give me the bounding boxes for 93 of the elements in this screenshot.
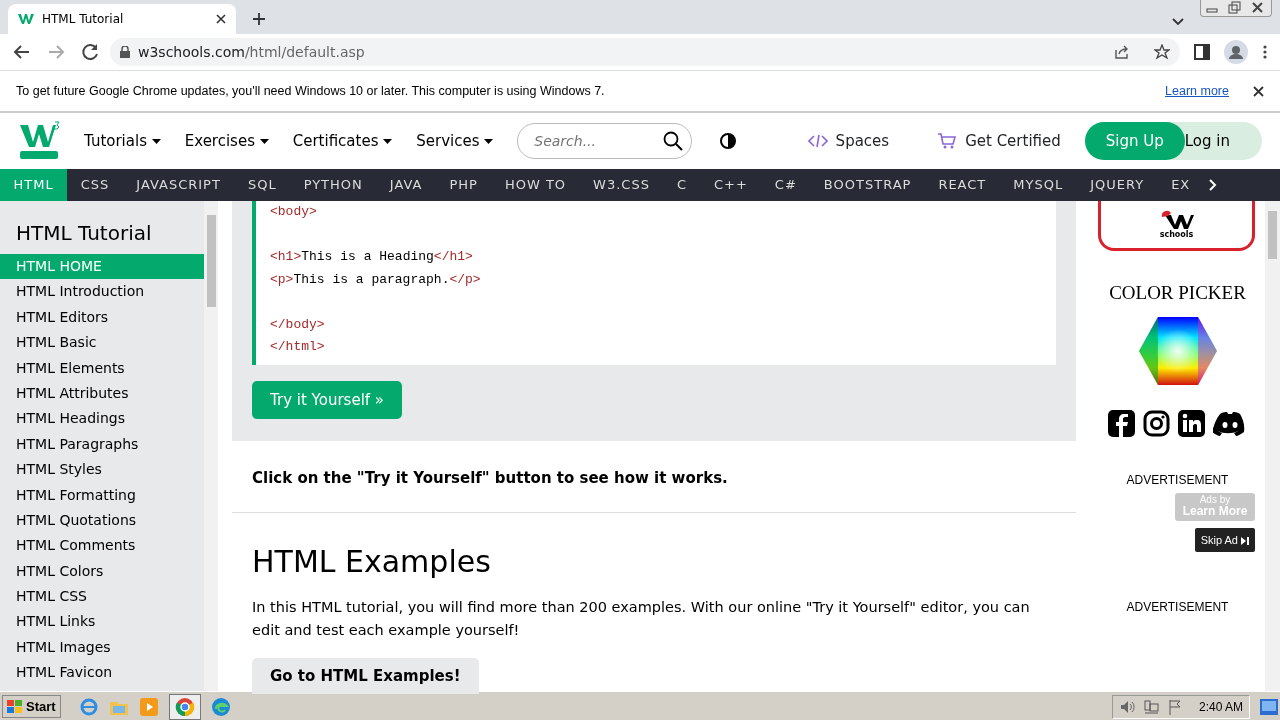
topnav-tab[interactable]: MYSQL: [999, 169, 1077, 201]
facebook-icon[interactable]: [1108, 409, 1135, 437]
profile-icon[interactable]: [1224, 40, 1248, 64]
start-button[interactable]: Start: [2, 694, 61, 719]
scrollbar-thumb[interactable]: [207, 215, 216, 307]
topnav-tab[interactable]: JAVA: [376, 169, 436, 201]
log-in-button[interactable]: Log in: [1184, 122, 1262, 160]
caret-icon: [484, 138, 494, 144]
skip-ad-button[interactable]: Skip Ad: [1194, 527, 1255, 552]
discord-icon[interactable]: [1213, 409, 1247, 437]
topnav-tab[interactable]: JQUERY: [1076, 169, 1158, 201]
logo-icon[interactable]: [18, 121, 60, 161]
topnav-tab[interactable]: EX: [1157, 169, 1204, 201]
logo-banner[interactable]: schools: [1098, 201, 1255, 251]
code-line: <body>: [270, 203, 318, 221]
chevron-down-icon[interactable]: [1172, 18, 1184, 26]
sidebar-item[interactable]: HTML Attributes: [0, 380, 204, 407]
ad-label: ADVERTISEMENT: [1125, 471, 1230, 489]
cart-icon: [937, 132, 958, 150]
show-desktop-icon[interactable]: [1260, 698, 1278, 715]
learn-more-link[interactable]: Learn more: [1165, 81, 1229, 101]
topnav-tab[interactable]: C++: [700, 169, 762, 201]
sidebar-item[interactable]: HTML Elements: [0, 355, 204, 381]
info-message: To get future Google Chrome updates, you'll need Windows 10 or later. This computer is using Windows 7.: [16, 82, 605, 100]
sidebar-item[interactable]: HTML Paragraphs: [0, 431, 204, 458]
sidebar-item[interactable]: HTML Styles: [0, 457, 204, 483]
search-icon[interactable]: [663, 131, 684, 151]
sidebar-item[interactable]: HTML Quotations: [0, 507, 204, 534]
sidebar-item[interactable]: HTML Editors: [0, 304, 204, 331]
intro-paragraph: In this HTML tutorial, you will find more than 200 examples. With our online "Try it Yourself" editor, you can edit and test each example yourself!: [251, 597, 1031, 640]
caret-icon: [259, 138, 269, 144]
network-icon[interactable]: [1142, 698, 1159, 715]
sidebar-item[interactable]: HTML Comments: [0, 533, 204, 559]
topnav-tab[interactable]: W3.CSS: [579, 169, 664, 201]
sidebar-item[interactable]: HTML Images: [0, 634, 204, 661]
address-bar[interactable]: w3schools.com/html/default.asp: [110, 38, 1180, 66]
topnav-tab[interactable]: HOW TO: [491, 169, 580, 201]
topnav-tab[interactable]: CSS: [67, 169, 123, 201]
menu-dropdown[interactable]: Exercises: [184, 129, 269, 153]
favicon-icon: [18, 13, 34, 25]
sidebar-item[interactable]: HTML Favicon: [0, 660, 204, 686]
sidebar-item[interactable]: HTML Formatting: [0, 482, 204, 508]
windows-logo-icon: [7, 699, 23, 714]
sidebar-item[interactable]: HTML Links: [0, 609, 204, 635]
menu-icon[interactable]: [1262, 44, 1268, 60]
ad-label: ADVERTISEMENT: [1125, 599, 1230, 616]
sidebar-item[interactable]: HTML Introduction: [0, 279, 204, 305]
clock: 2:40 AM: [1198, 698, 1243, 716]
code-line: </body>: [270, 315, 326, 334]
flag-icon[interactable]: [1166, 698, 1183, 715]
sidebar-item[interactable]: HTML Colors: [0, 558, 204, 585]
section-heading: HTML Examples: [251, 542, 492, 581]
code-line: </html>: [270, 338, 326, 356]
search-field[interactable]: Search...: [532, 129, 653, 153]
close-icon[interactable]: [216, 14, 226, 24]
instagram-icon[interactable]: [1143, 409, 1170, 437]
sidebar-item[interactable]: HTML CSS: [0, 584, 204, 610]
caret-icon: [383, 138, 393, 144]
code-line: <h1>This is a Heading</h1>: [270, 248, 474, 266]
share-icon[interactable]: [1114, 44, 1130, 60]
lock-icon: [120, 46, 130, 58]
topnav-tab[interactable]: PHP: [435, 169, 492, 201]
sidebar-item[interactable]: HTML Headings: [0, 406, 204, 432]
menu-dropdown[interactable]: Tutorials: [84, 129, 161, 153]
topnav-tab[interactable]: C: [663, 169, 701, 201]
scrollbar-thumb[interactable]: [1268, 211, 1277, 259]
sidebar-title: HTML Tutorial: [15, 220, 153, 247]
spaces-link[interactable]: Spaces: [807, 129, 890, 153]
menu-dropdown[interactable]: Services: [416, 129, 494, 153]
linkedin-icon[interactable]: [1178, 409, 1205, 437]
menu-dropdown[interactable]: Certificates: [292, 129, 393, 153]
instruction-text: Click on the "Try it Yourself" button to see how it works.: [232, 441, 1076, 513]
topnav-tab[interactable]: JAVASCRIPT: [122, 169, 235, 201]
code-line: <p>This is a paragraph.</p>: [270, 270, 482, 289]
sidebar-item[interactable]: HTML Basic: [0, 330, 204, 356]
close-icon[interactable]: [1253, 85, 1264, 97]
side-panel-icon[interactable]: [1194, 44, 1210, 60]
code-icon: [807, 134, 828, 148]
topnav-tab[interactable]: C#: [761, 169, 811, 201]
examples-button[interactable]: Go to HTML Examples!: [252, 657, 479, 694]
skip-icon: [1241, 536, 1249, 545]
topnav-tab[interactable]: REACT: [924, 169, 1000, 201]
chrome-taskbar-icon[interactable]: [168, 693, 201, 720]
color-picker-title: COLOR PICKER: [1108, 281, 1247, 305]
new-tab-icon[interactable]: [252, 12, 266, 26]
topnav-tab[interactable]: PYTHON: [290, 169, 377, 201]
get-certified-link[interactable]: Get Certified: [937, 129, 1061, 153]
color-hexagon-icon[interactable]: [1137, 315, 1218, 386]
caret-icon: [151, 138, 161, 144]
topnav-tab[interactable]: BOOTSTRAP: [810, 169, 925, 201]
contrast-icon[interactable]: [720, 133, 737, 149]
star-icon[interactable]: [1154, 44, 1170, 60]
topnav-tab[interactable]: SQL: [234, 169, 291, 201]
